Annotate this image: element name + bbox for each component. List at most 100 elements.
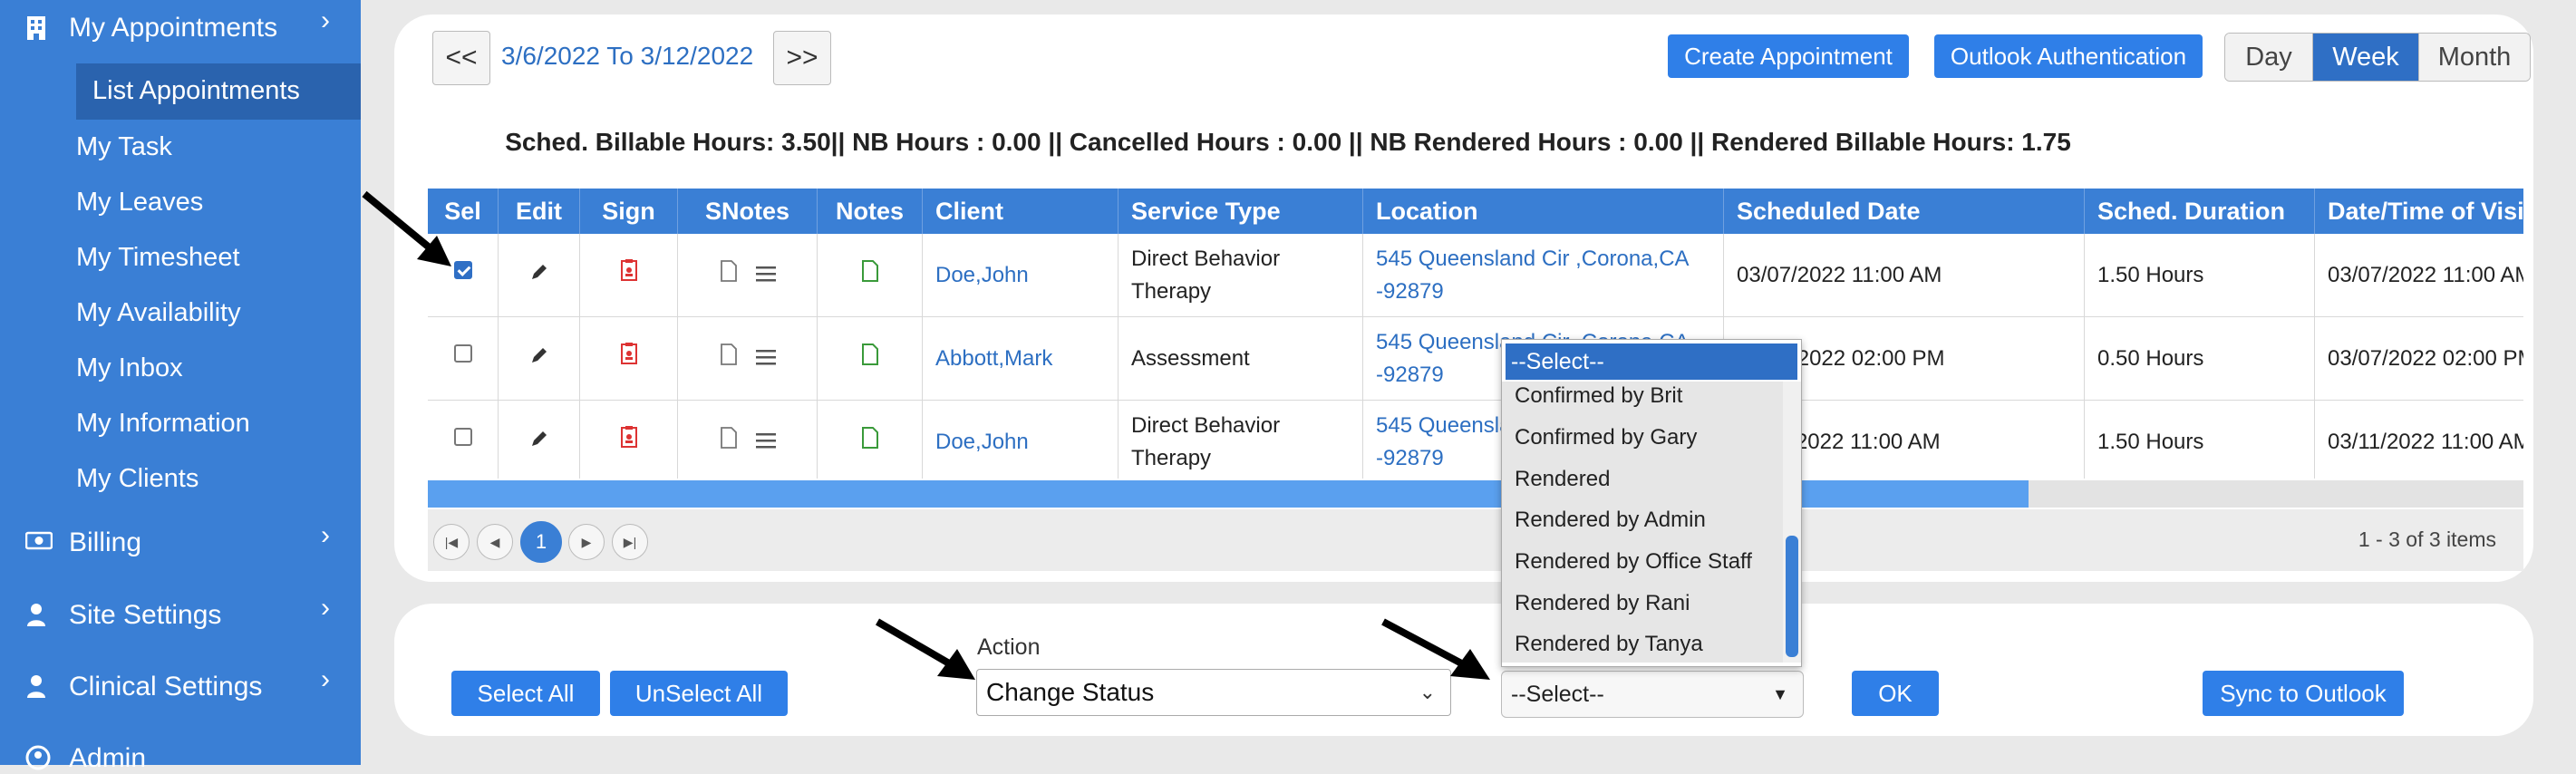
col-header-service-type[interactable]: Service Type bbox=[1119, 189, 1363, 234]
col-header-scheduled-date[interactable]: Scheduled Date bbox=[1724, 189, 2085, 234]
col-header-location[interactable]: Location bbox=[1363, 189, 1724, 234]
sidebar-item-admin[interactable]: Admin bbox=[25, 743, 146, 774]
dropdown-option[interactable]: Confirmed by Brit bbox=[1515, 383, 1682, 409]
sign-cell[interactable] bbox=[580, 317, 678, 401]
pager-summary: 1 - 3 of 3 items bbox=[2358, 527, 2496, 551]
dropdown-scrollbar-thumb[interactable] bbox=[1786, 536, 1798, 657]
annotation-arrow-icon bbox=[875, 618, 975, 680]
col-header-sched-duration[interactable]: Sched. Duration bbox=[2085, 189, 2315, 234]
pencil-icon[interactable] bbox=[529, 259, 549, 292]
edit-cell[interactable] bbox=[499, 317, 580, 401]
sidebar-item-billing[interactable]: Billing bbox=[25, 527, 141, 558]
list-icon[interactable] bbox=[755, 259, 776, 292]
prev-page-icon[interactable]: ◀ bbox=[477, 524, 513, 560]
first-page-icon[interactable]: |◀ bbox=[433, 524, 470, 560]
client-link[interactable]: Doe,John bbox=[923, 234, 1119, 317]
notes-cell[interactable] bbox=[818, 234, 923, 317]
row-checkbox[interactable] bbox=[453, 344, 472, 363]
sidebar-item-list-appointments[interactable]: List Appointments bbox=[92, 76, 300, 106]
prev-week-button[interactable]: << bbox=[432, 31, 490, 85]
dropdown-option[interactable]: Rendered by Admin bbox=[1515, 508, 1706, 533]
row-select-cell[interactable] bbox=[428, 317, 499, 401]
sidebar-item-my-information[interactable]: My Information bbox=[76, 409, 250, 439]
sync-to-outlook-button[interactable]: Sync to Outlook bbox=[2203, 671, 2404, 716]
sign-cell[interactable] bbox=[580, 234, 678, 317]
annotation-arrow-icon bbox=[362, 190, 451, 266]
list-icon[interactable] bbox=[755, 426, 776, 459]
dropdown-option[interactable]: Confirmed by Gary bbox=[1515, 425, 1697, 450]
col-header-snotes[interactable]: SNotes bbox=[678, 189, 818, 234]
grid-horizontal-scrollbar[interactable] bbox=[428, 480, 2523, 508]
status-select[interactable]: --Select-- ▼ bbox=[1501, 671, 1804, 718]
edit-cell[interactable] bbox=[499, 234, 580, 317]
document-icon[interactable] bbox=[720, 343, 738, 375]
row-checkbox[interactable] bbox=[453, 428, 472, 446]
dropdown-option[interactable]: Rendered by Tanya bbox=[1515, 632, 1703, 657]
col-header-client[interactable]: Client bbox=[923, 189, 1119, 234]
chevron-right-icon[interactable]: › bbox=[321, 593, 330, 624]
sign-document-icon[interactable] bbox=[620, 342, 638, 375]
chevron-right-icon[interactable]: › bbox=[321, 664, 330, 695]
sidebar-item-my-clients[interactable]: My Clients bbox=[76, 464, 199, 494]
row-select-cell[interactable] bbox=[428, 401, 499, 479]
next-week-button[interactable]: >> bbox=[773, 31, 831, 85]
snotes-cell[interactable] bbox=[678, 234, 818, 317]
last-page-icon[interactable]: ▶| bbox=[612, 524, 648, 560]
building-icon bbox=[25, 15, 53, 42]
notes-cell[interactable] bbox=[818, 317, 923, 401]
view-month-button[interactable]: Month bbox=[2419, 34, 2530, 81]
money-icon bbox=[25, 529, 53, 556]
ok-button[interactable]: OK bbox=[1852, 671, 1939, 716]
unselect-all-button[interactable]: UnSelect All bbox=[610, 671, 788, 716]
col-header-sign[interactable]: Sign bbox=[580, 189, 678, 234]
view-day-button[interactable]: Day bbox=[2225, 34, 2313, 81]
sidebar-item-my-appointments[interactable]: My Appointments bbox=[25, 13, 277, 44]
client-link[interactable]: Abbott,Mark bbox=[923, 317, 1119, 401]
select-all-button[interactable]: Select All bbox=[451, 671, 600, 716]
outlook-authentication-button[interactable]: Outlook Authentication bbox=[1934, 34, 2203, 78]
col-header-edit[interactable]: Edit bbox=[499, 189, 580, 234]
sign-document-icon[interactable] bbox=[620, 258, 638, 292]
duration-cell: 1.50 Hours bbox=[2085, 234, 2315, 317]
dropdown-option[interactable]: Rendered by Office Staff bbox=[1515, 549, 1752, 575]
notes-cell[interactable] bbox=[818, 401, 923, 479]
sign-document-icon[interactable] bbox=[620, 425, 638, 459]
page-1-button[interactable]: 1 bbox=[520, 521, 562, 563]
col-header-visit-time[interactable]: Date/Time of Visit bbox=[2315, 189, 2523, 234]
sidebar-item-my-timesheet[interactable]: My Timesheet bbox=[76, 243, 240, 273]
create-appointment-button[interactable]: Create Appointment bbox=[1668, 34, 1909, 78]
col-header-notes[interactable]: Notes bbox=[818, 189, 923, 234]
sign-cell[interactable] bbox=[580, 401, 678, 479]
pencil-icon[interactable] bbox=[529, 426, 549, 459]
chevron-right-icon[interactable]: › bbox=[321, 5, 330, 36]
view-week-button[interactable]: Week bbox=[2313, 34, 2419, 81]
sidebar-item-site-settings[interactable]: Site Settings bbox=[25, 600, 221, 631]
service-type-cell: Assessment bbox=[1119, 317, 1363, 401]
hours-summary: Sched. Billable Hours: 3.50|| NB Hours :… bbox=[505, 128, 2071, 156]
date-range: 3/6/2022 To 3/12/2022 bbox=[501, 42, 754, 70]
appointments-grid: Sel Edit Sign SNotes Notes Client Servic… bbox=[428, 189, 2523, 479]
sidebar-item-my-leaves[interactable]: My Leaves bbox=[76, 188, 203, 218]
sidebar-item-clinical-settings[interactable]: Clinical Settings bbox=[25, 672, 262, 702]
pencil-icon[interactable] bbox=[529, 343, 549, 375]
dropdown-option-selected[interactable]: --Select-- bbox=[1506, 343, 1797, 380]
sidebar-item-my-availability[interactable]: My Availability bbox=[76, 298, 241, 328]
list-icon[interactable] bbox=[755, 343, 776, 375]
dropdown-option[interactable]: Rendered bbox=[1515, 467, 1610, 492]
snotes-cell[interactable] bbox=[678, 401, 818, 479]
note-document-icon[interactable] bbox=[861, 426, 879, 459]
location-link[interactable]: 545 Queensland Cir ,Corona,CA -92879 bbox=[1363, 234, 1724, 317]
dropdown-option[interactable]: Rendered by Rani bbox=[1515, 591, 1690, 616]
document-icon[interactable] bbox=[720, 426, 738, 459]
dropdown-scrollbar[interactable] bbox=[1783, 382, 1801, 663]
snotes-cell[interactable] bbox=[678, 317, 818, 401]
chevron-right-icon[interactable]: › bbox=[321, 520, 330, 551]
note-document-icon[interactable] bbox=[861, 343, 879, 375]
note-document-icon[interactable] bbox=[861, 259, 879, 292]
caret-down-icon: ▼ bbox=[1772, 684, 1788, 703]
document-icon[interactable] bbox=[720, 259, 738, 292]
next-page-icon[interactable]: ▶ bbox=[568, 524, 605, 560]
edit-cell[interactable] bbox=[499, 401, 580, 479]
client-link[interactable]: Doe,John bbox=[923, 401, 1119, 479]
sidebar-item-my-inbox[interactable]: My Inbox bbox=[76, 353, 183, 383]
